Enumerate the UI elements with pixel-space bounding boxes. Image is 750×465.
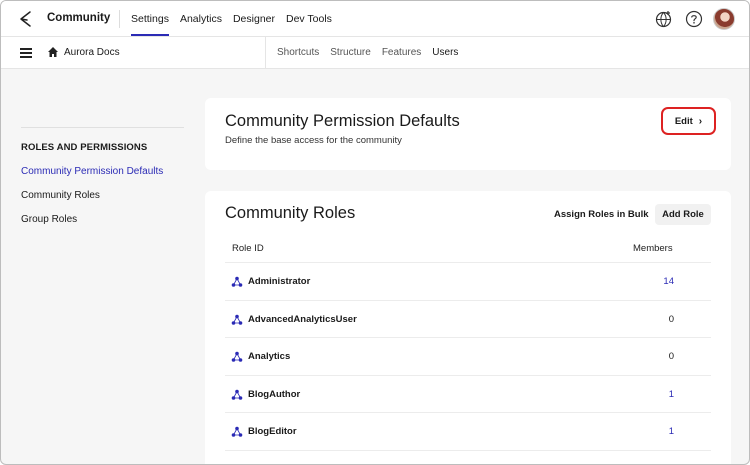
table-row[interactable]: BlogEditor 1 bbox=[225, 412, 711, 450]
member-count[interactable]: 14 bbox=[654, 276, 674, 287]
sidebar-item-group-roles[interactable]: Group Roles bbox=[21, 214, 77, 225]
sub-bar: Aurora Docs Shortcuts Structure Features… bbox=[1, 37, 749, 69]
member-count: 0 bbox=[668, 351, 674, 362]
tab-features[interactable]: Features bbox=[382, 47, 421, 58]
card-title: Community Permission Defaults bbox=[225, 112, 460, 130]
role-icon bbox=[231, 314, 243, 325]
table-row[interactable]: BlogAuthor 1 bbox=[225, 374, 711, 413]
top-bar: Community Settings Analytics Designer De… bbox=[1, 1, 749, 37]
sidebar-heading: ROLES AND PERMISSIONS bbox=[21, 142, 148, 153]
tab-structure[interactable]: Structure bbox=[330, 47, 371, 58]
chevron-right-icon: › bbox=[698, 115, 703, 127]
sidebar-item-community-roles[interactable]: Community Roles bbox=[21, 190, 100, 201]
tab-dev-tools[interactable]: Dev Tools bbox=[286, 1, 332, 37]
role-icon bbox=[231, 276, 243, 287]
sidebar-item-community-permission-defaults[interactable]: Community Permission Defaults bbox=[21, 166, 163, 177]
role-name[interactable]: BlogEditor bbox=[248, 426, 297, 437]
home-icon[interactable] bbox=[47, 46, 59, 58]
role-name[interactable]: Analytics bbox=[248, 351, 290, 362]
tab-settings[interactable]: Settings bbox=[131, 1, 169, 37]
divider bbox=[21, 127, 184, 128]
community-roles-card: Community Roles Assign Roles in Bulk Add… bbox=[205, 191, 731, 465]
member-count[interactable]: 1 bbox=[654, 389, 674, 400]
member-count: 0 bbox=[668, 313, 674, 325]
edit-label: Edit bbox=[674, 115, 693, 127]
tab-users[interactable]: Users bbox=[432, 47, 458, 58]
permission-defaults-card: Community Permission Defaults Define the… bbox=[205, 98, 731, 170]
sub-nav: Shortcuts Structure Features Users bbox=[277, 47, 469, 58]
edit-button[interactable]: Edit › bbox=[661, 107, 716, 135]
role-icon bbox=[231, 389, 243, 400]
tab-analytics[interactable]: Analytics bbox=[180, 1, 222, 37]
column-header-role-id[interactable]: Role ID bbox=[232, 243, 264, 254]
help-icon[interactable] bbox=[685, 10, 703, 28]
avatar[interactable] bbox=[713, 8, 735, 30]
tab-designer[interactable]: Designer bbox=[233, 1, 275, 37]
add-role-button[interactable]: Add Role bbox=[655, 204, 711, 225]
globe-icon[interactable] bbox=[655, 10, 673, 28]
top-icons bbox=[643, 8, 735, 30]
role-icon bbox=[231, 351, 243, 362]
role-name[interactable]: Administrator bbox=[248, 276, 310, 287]
column-header-members[interactable]: Members bbox=[633, 243, 673, 254]
assign-roles-bulk-button[interactable]: Assign Roles in Bulk bbox=[554, 209, 649, 220]
app-name: Community bbox=[47, 12, 111, 24]
table-row[interactable]: AdvancedAnalyticsUser 0 bbox=[225, 299, 711, 338]
table-row[interactable] bbox=[225, 449, 711, 465]
divider bbox=[119, 10, 120, 28]
card-description: Define the base access for the community bbox=[225, 135, 402, 146]
table-row[interactable]: Administrator 14 bbox=[225, 262, 711, 300]
community-logo-icon[interactable] bbox=[18, 10, 34, 28]
card-title: Community Roles bbox=[225, 204, 356, 222]
app-window: Community Settings Analytics Designer De… bbox=[0, 0, 750, 465]
menu-icon[interactable] bbox=[20, 48, 32, 58]
role-name[interactable]: BlogAuthor bbox=[248, 389, 300, 400]
table-row[interactable]: Analytics 0 bbox=[225, 337, 711, 375]
tab-shortcuts[interactable]: Shortcuts bbox=[277, 47, 319, 58]
role-name[interactable]: AdvancedAnalyticsUser bbox=[248, 314, 357, 325]
member-count[interactable]: 1 bbox=[654, 426, 674, 437]
divider bbox=[265, 37, 266, 69]
top-nav: Settings Analytics Designer Dev Tools bbox=[131, 1, 343, 37]
site-name[interactable]: Aurora Docs bbox=[64, 47, 120, 58]
role-icon bbox=[231, 426, 243, 437]
